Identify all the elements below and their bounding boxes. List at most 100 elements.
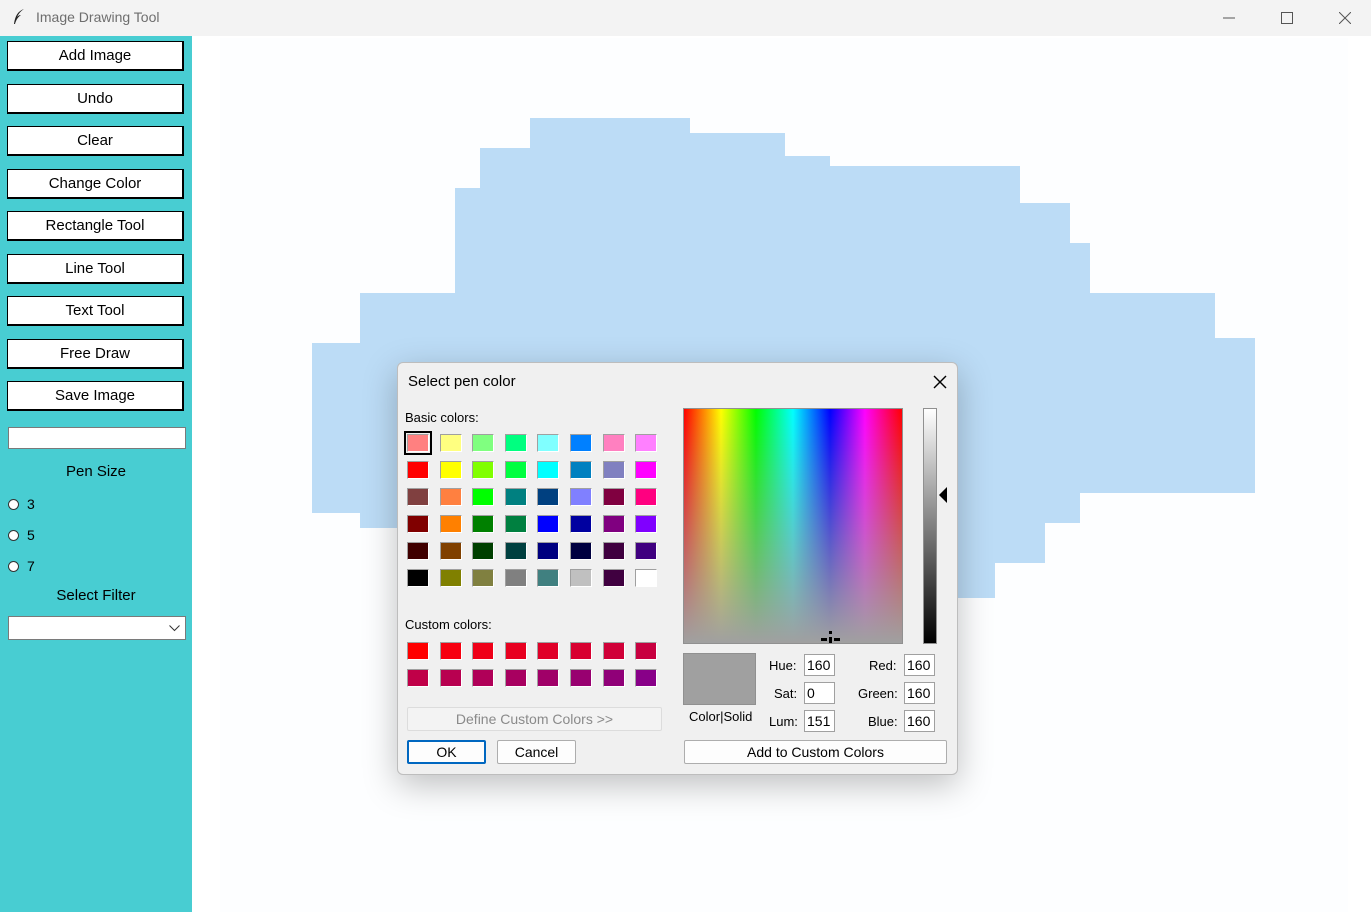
pen-size-value: 5 — [27, 527, 35, 543]
ok-button[interactable]: OK — [407, 740, 486, 764]
close-window-button[interactable] — [1316, 0, 1371, 36]
radio-icon[interactable] — [8, 498, 19, 510]
basic-color-swatch[interactable] — [439, 488, 462, 506]
custom-color-swatch[interactable] — [569, 669, 592, 687]
custom-color-swatch[interactable] — [537, 669, 560, 687]
sat-field[interactable]: 0 — [804, 682, 835, 704]
basic-color-swatch[interactable] — [504, 461, 527, 479]
custom-color-swatch[interactable] — [504, 642, 527, 660]
basic-color-swatch[interactable] — [439, 515, 462, 533]
basic-color-swatch[interactable] — [472, 515, 495, 533]
filter-dropdown[interactable] — [8, 616, 186, 640]
basic-color-swatch[interactable] — [569, 515, 592, 533]
basic-color-swatch[interactable] — [602, 569, 625, 587]
basic-color-swatch[interactable] — [569, 434, 592, 452]
basic-color-swatch[interactable] — [602, 434, 625, 452]
basic-color-swatch[interactable] — [635, 569, 658, 587]
add-to-custom-colors-button[interactable]: Add to Custom Colors — [684, 740, 947, 764]
clear-button[interactable]: Clear — [7, 126, 184, 156]
basic-color-swatch[interactable] — [602, 488, 625, 506]
custom-color-swatch[interactable] — [569, 642, 592, 660]
close-icon[interactable] — [933, 369, 947, 395]
pen-size-option-3[interactable]: 3 — [8, 496, 35, 512]
basic-color-swatch[interactable] — [537, 488, 560, 506]
lum-field[interactable]: 151 — [804, 710, 835, 732]
basic-color-swatch[interactable] — [439, 569, 462, 587]
basic-color-swatch[interactable] — [537, 515, 560, 533]
basic-color-swatch[interactable] — [635, 515, 658, 533]
basic-color-swatch[interactable] — [537, 542, 560, 560]
define-custom-colors-button[interactable]: Define Custom Colors >> — [407, 707, 662, 731]
basic-color-swatch[interactable] — [504, 434, 527, 452]
blue-field[interactable]: 160 — [904, 710, 935, 732]
custom-color-swatch[interactable] — [439, 669, 462, 687]
text-input[interactable] — [8, 427, 186, 449]
custom-color-swatch[interactable] — [407, 669, 429, 687]
basic-color-swatch[interactable] — [635, 461, 658, 479]
color-spectrum[interactable] — [683, 408, 903, 644]
basic-color-swatch[interactable] — [407, 515, 429, 533]
custom-color-swatch[interactable] — [537, 642, 560, 660]
basic-color-swatch[interactable] — [537, 569, 560, 587]
custom-color-swatch[interactable] — [602, 669, 625, 687]
basic-color-swatch[interactable] — [504, 542, 527, 560]
basic-color-swatch[interactable] — [635, 488, 658, 506]
basic-color-swatch[interactable] — [537, 461, 560, 479]
hue-field[interactable]: 160 — [804, 654, 835, 676]
basic-color-swatch[interactable] — [602, 542, 625, 560]
change-color-button[interactable]: Change Color — [7, 169, 184, 199]
basic-color-swatch[interactable] — [537, 434, 560, 452]
basic-color-swatch[interactable] — [569, 488, 592, 506]
basic-color-swatch[interactable] — [472, 488, 495, 506]
luminosity-arrow-icon[interactable] — [939, 487, 947, 503]
red-field[interactable]: 160 — [904, 654, 935, 676]
basic-color-swatch[interactable] — [635, 542, 658, 560]
luminosity-slider[interactable] — [923, 408, 937, 644]
pen-size-option-7[interactable]: 7 — [8, 558, 35, 574]
basic-color-swatch[interactable] — [439, 542, 462, 560]
free-draw-button[interactable]: Free Draw — [7, 339, 184, 369]
rectangle-tool-button[interactable]: Rectangle Tool — [7, 211, 184, 241]
basic-color-swatch[interactable] — [407, 461, 429, 479]
basic-color-swatch[interactable] — [404, 431, 432, 455]
custom-color-swatch[interactable] — [472, 642, 495, 660]
basic-color-swatch[interactable] — [602, 461, 625, 479]
custom-color-swatch[interactable] — [635, 642, 658, 660]
basic-color-swatch[interactable] — [472, 461, 495, 479]
radio-icon[interactable] — [8, 560, 19, 572]
radio-icon[interactable] — [8, 529, 19, 541]
basic-color-swatch[interactable] — [504, 569, 527, 587]
basic-color-swatch[interactable] — [504, 515, 527, 533]
minimize-button[interactable] — [1200, 0, 1258, 36]
basic-color-swatch[interactable] — [569, 569, 592, 587]
basic-color-swatch[interactable] — [439, 461, 462, 479]
basic-color-swatch[interactable] — [472, 434, 495, 452]
text-tool-button[interactable]: Text Tool — [7, 296, 184, 326]
basic-color-swatch[interactable] — [635, 434, 658, 452]
basic-color-swatch[interactable] — [407, 569, 429, 587]
save-image-button[interactable]: Save Image — [7, 381, 184, 411]
sat-label: Sat: — [774, 686, 798, 701]
basic-color-swatch[interactable] — [407, 488, 429, 506]
custom-color-swatch[interactable] — [602, 642, 625, 660]
custom-color-swatch[interactable] — [472, 669, 495, 687]
basic-color-swatch[interactable] — [472, 542, 495, 560]
custom-color-swatch[interactable] — [635, 669, 658, 687]
basic-color-swatch[interactable] — [439, 434, 462, 452]
pen-size-option-5[interactable]: 5 — [8, 527, 35, 543]
custom-color-swatch[interactable] — [407, 642, 429, 660]
line-tool-button[interactable]: Line Tool — [7, 254, 184, 284]
basic-color-swatch[interactable] — [472, 569, 495, 587]
basic-color-swatch[interactable] — [569, 461, 592, 479]
custom-color-swatch[interactable] — [439, 642, 462, 660]
basic-color-swatch[interactable] — [569, 542, 592, 560]
add-image-button[interactable]: Add Image — [7, 41, 184, 71]
maximize-button[interactable] — [1258, 0, 1316, 36]
custom-color-swatch[interactable] — [504, 669, 527, 687]
basic-color-swatch[interactable] — [602, 515, 625, 533]
basic-color-swatch[interactable] — [504, 488, 527, 506]
green-field[interactable]: 160 — [904, 682, 935, 704]
cancel-button[interactable]: Cancel — [497, 740, 576, 764]
basic-color-swatch[interactable] — [407, 542, 429, 560]
undo-button[interactable]: Undo — [7, 84, 184, 114]
